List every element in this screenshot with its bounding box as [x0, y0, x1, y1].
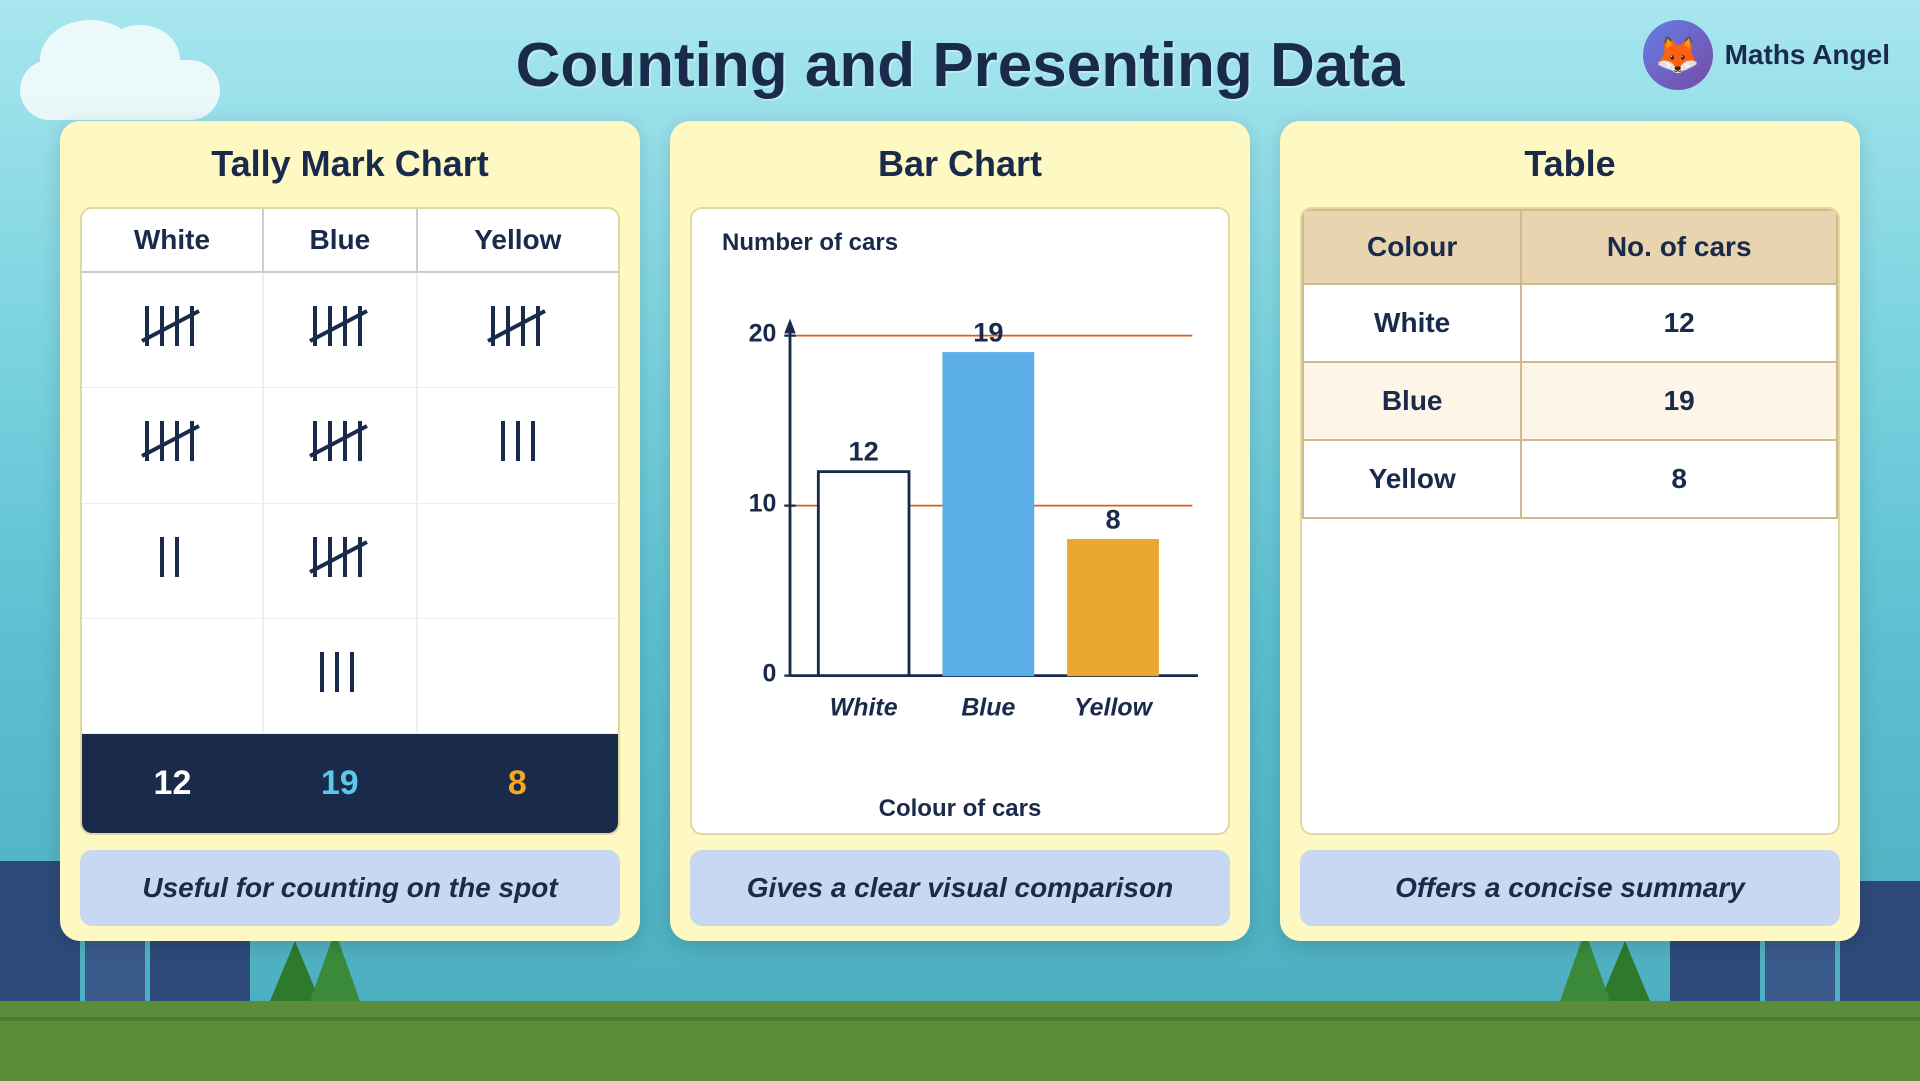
svg-text:20: 20: [749, 319, 777, 347]
bar-chart-area: Number of cars 0: [692, 209, 1228, 833]
bar-blue: [943, 353, 1034, 676]
page-header: Counting and Presenting Data: [0, 0, 1920, 121]
table-col-count: No. of cars: [1521, 210, 1837, 284]
tally-footer-text: Useful for counting on the spot: [100, 870, 600, 906]
tally-col-blue: Blue: [263, 209, 417, 272]
barchart-panel-title: Bar Chart: [690, 143, 1230, 185]
tally-total-yellow: 8: [417, 733, 618, 832]
tally-blue-1: [263, 272, 417, 388]
table-colour-blue: Blue: [1303, 362, 1521, 440]
svg-text:0: 0: [763, 659, 777, 687]
table-row: Blue 19: [1303, 362, 1837, 440]
logo: 🦊 Maths Angel: [1643, 20, 1890, 90]
tally-yellow-2: [417, 388, 618, 503]
bar-chart-inner: 0 10 20 12 White: [722, 267, 1198, 790]
tally-white-2: [82, 388, 263, 503]
table-panel-title: Table: [1300, 143, 1840, 185]
table-header-row: Colour No. of cars: [1303, 210, 1837, 284]
barchart-panel-header: Bar Chart: [670, 121, 1250, 207]
bar-chart-svg: 0 10 20 12 White: [722, 267, 1198, 790]
tally-panel: Tally Mark Chart White Blue Yellow: [60, 121, 640, 941]
tally-total-row: 12 19 8: [82, 733, 618, 832]
table-count-blue: 19: [1521, 362, 1837, 440]
table-row: White 12: [1303, 284, 1837, 362]
table-panel-footer: Offers a concise summary: [1300, 850, 1840, 926]
tally-row-3: [82, 503, 618, 618]
tally-white-1: [82, 272, 263, 388]
svg-text:8: 8: [1105, 503, 1120, 534]
svg-text:Yellow: Yellow: [1074, 693, 1154, 721]
table-panel-header: Table: [1280, 121, 1860, 207]
tally-row-1: [82, 272, 618, 388]
table-panel: Table Colour No. of cars White 12 Blue: [1280, 121, 1860, 941]
svg-text:10: 10: [749, 489, 777, 517]
table-colour-white: White: [1303, 284, 1521, 362]
barchart-footer-text: Gives a clear visual comparison: [710, 870, 1210, 906]
table-col-colour: Colour: [1303, 210, 1521, 284]
table-footer-text: Offers a concise summary: [1320, 870, 1820, 906]
barchart-panel-footer: Gives a clear visual comparison: [690, 850, 1230, 926]
tally-total-blue: 19: [263, 733, 417, 832]
tally-panel-footer: Useful for counting on the spot: [80, 850, 620, 926]
tally-panel-title: Tally Mark Chart: [80, 143, 620, 185]
barchart-panel-body: Number of cars 0: [690, 207, 1230, 835]
table-count-white: 12: [1521, 284, 1837, 362]
logo-icon: 🦊: [1643, 20, 1713, 90]
bar-white: [818, 472, 909, 676]
table-row: Yellow 8: [1303, 440, 1837, 518]
tally-yellow-1: [417, 272, 618, 388]
tally-panel-body: White Blue Yellow: [80, 207, 620, 835]
tally-yellow-4: [417, 618, 618, 733]
tally-blue-2: [263, 388, 417, 503]
tally-blue-3: [263, 503, 417, 618]
tally-row-2: [82, 388, 618, 503]
tally-row-4: [82, 618, 618, 733]
table-count-yellow: 8: [1521, 440, 1837, 518]
main-content: Tally Mark Chart White Blue Yellow: [0, 121, 1920, 941]
tally-blue-4: [263, 618, 417, 733]
svg-text:Blue: Blue: [961, 693, 1015, 721]
svg-text:White: White: [830, 693, 898, 721]
svg-text:12: 12: [849, 435, 879, 466]
table-panel-body: Colour No. of cars White 12 Blue 19 Yell…: [1300, 207, 1840, 835]
tally-col-white: White: [82, 209, 263, 272]
y-axis-label: Number of cars: [722, 229, 1198, 257]
logo-text: Maths Angel: [1725, 39, 1890, 71]
tally-col-yellow: Yellow: [417, 209, 618, 272]
svg-text:19: 19: [973, 316, 1003, 347]
data-table: Colour No. of cars White 12 Blue 19 Yell…: [1302, 209, 1838, 519]
tally-yellow-3: [417, 503, 618, 618]
tally-panel-header: Tally Mark Chart: [60, 121, 640, 207]
page-title: Counting and Presenting Data: [0, 30, 1920, 101]
tally-table: White Blue Yellow: [82, 209, 618, 833]
bar-yellow: [1068, 540, 1159, 676]
tally-white-3: [82, 503, 263, 618]
tally-white-4: [82, 618, 263, 733]
table-colour-yellow: Yellow: [1303, 440, 1521, 518]
tally-total-white: 12: [82, 733, 263, 832]
barchart-panel: Bar Chart Number of cars: [670, 121, 1250, 941]
x-axis-label: Colour of cars: [722, 795, 1198, 823]
